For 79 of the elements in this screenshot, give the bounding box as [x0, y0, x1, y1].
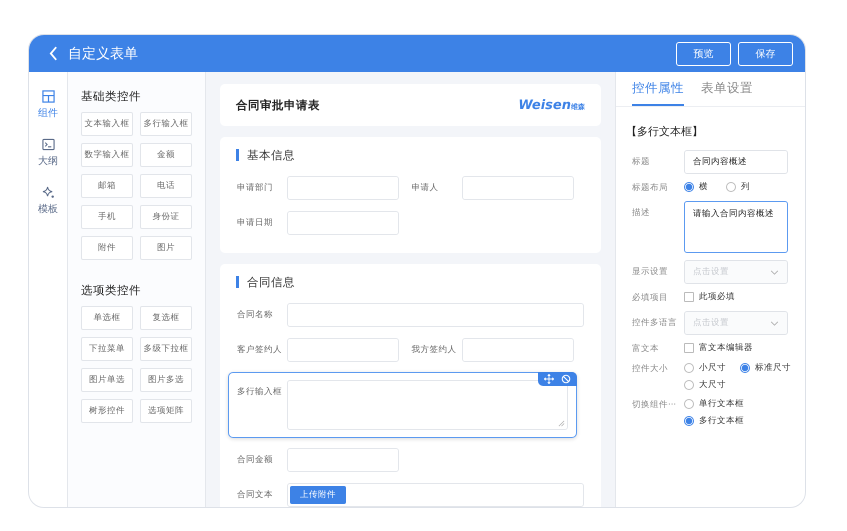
radio-option[interactable]: 大尺寸 — [684, 379, 726, 391]
chevron-down-icon — [770, 320, 779, 326]
component-tile[interactable]: 图片 — [140, 236, 192, 260]
field-label: 合同金额 — [237, 454, 274, 466]
control-type-heading: 【多行文本框】 — [626, 124, 704, 139]
group-heading: 选项类控件 — [81, 283, 142, 298]
rail-tab[interactable]: 模板 — [38, 186, 58, 216]
section-title: 基本信息 — [236, 149, 585, 161]
field-label: 合同名称 — [237, 309, 274, 321]
description-textarea[interactable]: 请输入合同内容概述 — [684, 201, 788, 253]
property-label: 标题布局 — [632, 182, 669, 194]
component-tile[interactable]: 下拉菜单 — [81, 337, 133, 361]
upload-button[interactable]: 上传附件 — [290, 486, 346, 504]
rail-tab[interactable]: 大纲 — [38, 138, 58, 168]
component-tile[interactable]: 电话 — [140, 174, 192, 198]
field-label: 申请部门 — [237, 182, 274, 194]
component-tile[interactable]: 选项矩阵 — [140, 399, 192, 423]
page-title: 自定义表单 — [68, 44, 138, 62]
header-button[interactable]: 保存 — [738, 42, 793, 66]
component-tile[interactable]: 文本输入框 — [81, 112, 133, 136]
property-label: 描述 — [632, 207, 651, 219]
radio-option[interactable]: 多行文本框 — [684, 415, 744, 427]
component-tile[interactable]: 单选框 — [81, 306, 133, 330]
input-field[interactable] — [287, 176, 399, 200]
move-icon[interactable] — [544, 374, 554, 384]
panel-tab[interactable]: 控件属性 — [632, 80, 684, 106]
component-tile[interactable]: 图片多选 — [140, 368, 192, 392]
radio-option[interactable]: 标准尺寸 — [740, 362, 791, 374]
property-label: 控件大小 — [632, 363, 669, 375]
property-label: 控件多语言 — [632, 317, 678, 329]
component-tile[interactable]: 多行输入框 — [140, 112, 192, 136]
field-label: 客户签约人 — [237, 344, 283, 356]
component-tile[interactable]: 手机 — [81, 205, 133, 229]
component-tile[interactable]: 多级下拉框 — [140, 337, 192, 361]
component-tile[interactable]: 树形控件 — [81, 399, 133, 423]
component-tile[interactable]: 邮箱 — [81, 174, 133, 198]
sparkle-icon — [42, 186, 54, 199]
radio-option[interactable]: 列 — [726, 181, 754, 193]
checkbox-option[interactable]: 此项必填 — [684, 291, 735, 303]
field-label: 多行输入框 — [237, 386, 283, 398]
field-label: 我方签约人 — [412, 344, 458, 356]
rail-tab[interactable]: 组件 — [38, 90, 58, 120]
field-label: 合同文本 — [237, 489, 274, 501]
title-input[interactable]: 合同内容概述 — [684, 150, 788, 174]
checkbox-option[interactable]: 富文本编辑器 — [684, 342, 753, 354]
grid-icon — [42, 90, 54, 103]
component-tile[interactable]: 附件 — [81, 236, 133, 260]
input-field[interactable] — [287, 303, 584, 327]
form-field-block[interactable]: 多行输入框 — [228, 372, 577, 438]
property-label: 显示设置 — [632, 266, 669, 278]
property-label: 富文本 — [632, 342, 660, 355]
input-field[interactable] — [462, 338, 574, 362]
input-field[interactable] — [462, 176, 574, 200]
chevron-down-icon — [770, 270, 779, 274]
radio-option[interactable]: 小尺寸 — [684, 362, 726, 374]
property-label: 必填项目 — [632, 292, 669, 304]
resize-grip-icon — [558, 420, 565, 427]
input-field[interactable] — [287, 338, 399, 362]
panel-tab[interactable]: 表单设置 — [701, 80, 753, 106]
terminal-icon — [42, 138, 54, 151]
property-label: 切换组件··· — [632, 399, 678, 411]
field-label: 申请日期 — [237, 217, 274, 229]
field-label: 申请人 — [412, 182, 440, 194]
section-title: 合同信息 — [236, 276, 585, 288]
input-field[interactable] — [287, 211, 399, 235]
property-label: 标题 — [632, 156, 651, 168]
radio-option[interactable]: 单行文本框 — [684, 398, 744, 410]
input-field[interactable] — [287, 448, 399, 472]
component-tile[interactable]: 图片单选 — [81, 368, 133, 392]
component-tile[interactable]: 复选框 — [140, 306, 192, 330]
form-title: 合同审批申请表 — [236, 98, 320, 112]
component-tile[interactable]: 金额 — [140, 143, 192, 167]
component-tile[interactable]: 数字输入框 — [81, 143, 133, 167]
group-heading: 基础类控件 — [81, 89, 142, 104]
radio-option[interactable]: 横 — [684, 181, 712, 193]
textarea-field[interactable] — [287, 380, 568, 430]
back-icon[interactable] — [49, 46, 58, 61]
header-button[interactable]: 预览 — [676, 42, 731, 66]
component-tile[interactable]: 身份证 — [140, 205, 192, 229]
